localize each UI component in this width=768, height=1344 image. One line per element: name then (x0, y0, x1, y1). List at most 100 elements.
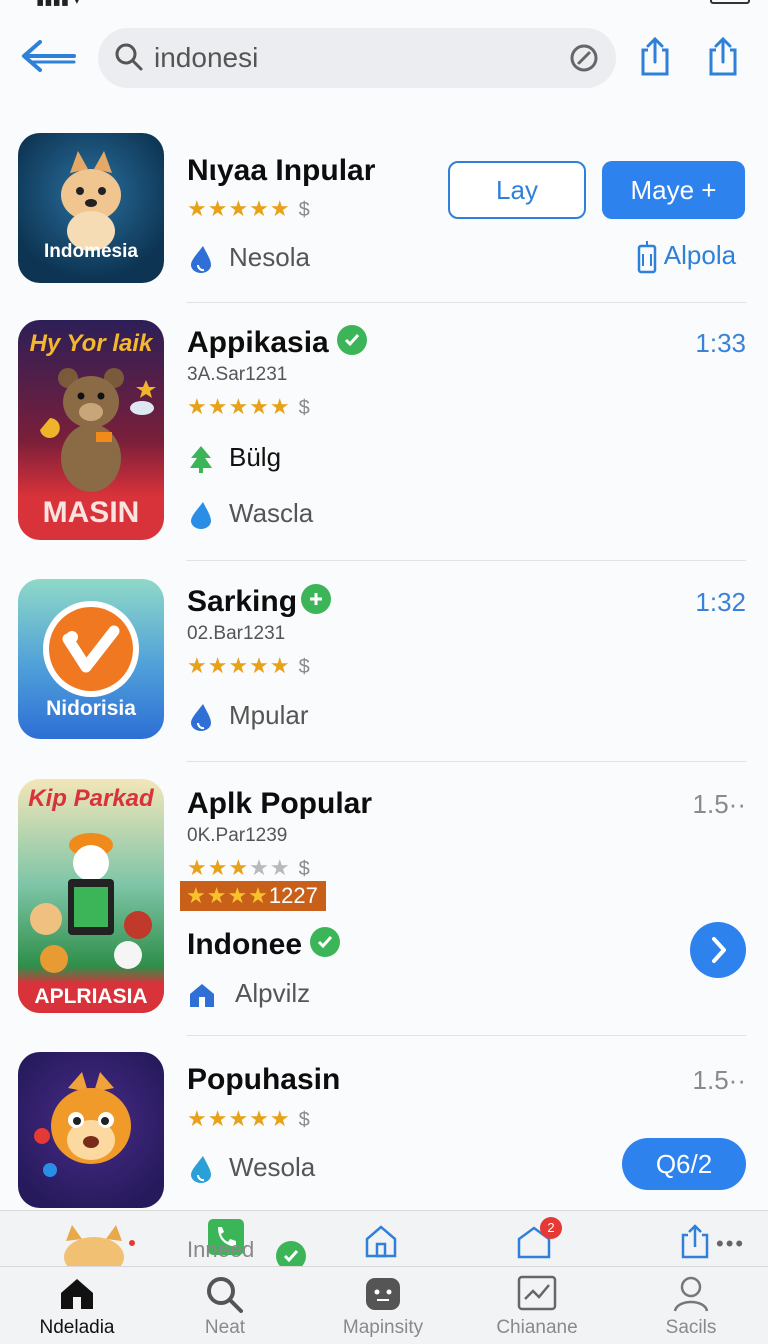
price-label: $ (298, 1109, 311, 1131)
app-meta: 02.Bar1231 (187, 623, 286, 644)
face-icon (366, 1278, 400, 1310)
tab-label: Mapinsity (342, 1317, 424, 1338)
rating-tag-stars: ★★★★ (186, 883, 269, 908)
category-name: Bülg (229, 442, 282, 472)
drop-icon (191, 1156, 211, 1183)
drop-icon (191, 704, 211, 731)
time-label: 1:33 (695, 328, 746, 358)
app-title[interactable]: Sarking (187, 584, 332, 619)
divider (186, 560, 746, 561)
shortcut-label: Inneed (187, 1237, 255, 1262)
search-input[interactable] (154, 38, 554, 78)
app-icon[interactable]: Indomesia (18, 133, 164, 283)
tab-label: Neat (204, 1317, 246, 1338)
notification-badge: 2 (540, 1217, 562, 1239)
divider (186, 302, 746, 303)
tab-label: Ndeladia (39, 1317, 115, 1338)
clear-search-icon[interactable] (568, 42, 600, 74)
house-icon (190, 984, 214, 1007)
app-title[interactable]: Popuhasin (187, 1063, 340, 1097)
tab-bar: Ndeladia Neat Mapinsity Chianane Sacils (0, 1266, 768, 1344)
tab-label: Chianane (496, 1317, 578, 1338)
top-bar (0, 28, 768, 90)
app-icon[interactable]: Nidorisia (18, 579, 164, 739)
app-icon[interactable]: Kip Parkad APLRIASIA (18, 779, 164, 1013)
developer-name: Alpvilz (235, 978, 311, 1008)
open-arrow-button[interactable] (690, 922, 746, 978)
chart-icon (517, 1275, 557, 1311)
app-icon[interactable] (18, 1052, 164, 1208)
developer-name: Wesola (229, 1152, 316, 1182)
person-icon (673, 1276, 709, 1312)
rating-stars: ★★★★★ $ (187, 394, 311, 420)
drop-icon (191, 502, 211, 529)
alpola-link[interactable]: Alpola (636, 240, 736, 274)
app-icon[interactable]: Hy Yor laik MASIN (18, 320, 164, 540)
tab-search[interactable]: Neat (148, 1267, 302, 1344)
verified-icon (310, 927, 341, 958)
rating-stars-empty: ★★ (249, 855, 291, 880)
lay-button[interactable]: Lay (448, 161, 586, 219)
tree-icon (190, 446, 212, 473)
drop-icon (191, 246, 211, 273)
tab-sacils[interactable]: Sacils (614, 1267, 768, 1344)
chevron-right-icon (712, 937, 726, 963)
search-icon (207, 1277, 243, 1313)
tab-home[interactable]: Ndeladia (0, 1267, 154, 1344)
alpola-label: Alpola (663, 240, 737, 270)
clock: · · · (360, 0, 383, 7)
rating-stars-value: ★★★★★ (187, 394, 291, 419)
fox-character-icon (34, 1072, 131, 1177)
divider (186, 1035, 746, 1036)
rating-stars-value: ★★★★★ (187, 1106, 291, 1131)
developer-name: Nesola (229, 242, 310, 272)
app-title-text: Sarking (187, 585, 298, 618)
app-meta: 3A.Sar1231 (187, 364, 288, 385)
app-title[interactable]: Appikasia (187, 325, 367, 360)
app-icon-caption: MASIN (42, 496, 140, 529)
home-outline-icon[interactable] (364, 1223, 398, 1259)
time-label: 1.5·· (692, 789, 746, 819)
rating-stars: ★★★★★ $ (187, 855, 311, 881)
search-bar[interactable] (98, 28, 616, 88)
developer-name: Wascla (229, 498, 314, 528)
verified-icon (276, 1241, 306, 1268)
share-icon[interactable] (680, 1223, 710, 1259)
share-icon (641, 36, 669, 76)
app-title[interactable]: Nιyaa Inpular (187, 154, 375, 188)
app-title-text: Appikasia (187, 326, 329, 359)
price-label: $ (298, 397, 311, 419)
developer-name: Mpular (229, 700, 309, 730)
tab-label: Sacils (665, 1317, 717, 1338)
q6-button[interactable]: Q6/2 (622, 1138, 746, 1190)
cat-avatar-icon[interactable] (56, 1221, 136, 1268)
rating-stars: ★★★★★ $ (187, 196, 311, 222)
maye-button[interactable]: Maye + (602, 161, 745, 219)
verified-icon (336, 325, 367, 356)
rating-tag-value: 1227 (268, 883, 318, 908)
app-subtitle[interactable]: Indonee (187, 927, 341, 962)
price-label: $ (298, 656, 311, 678)
rating-count-badge: ★★★★1227 (180, 881, 326, 911)
rating-stars: ★★★★★ $ (187, 1106, 311, 1132)
back-button[interactable] (18, 36, 78, 76)
app-subtitle-text: Indonee (187, 928, 303, 961)
rating-stars-value: ★★★★★ (187, 196, 291, 221)
tab-mapinsity[interactable]: Mapinsity (306, 1267, 460, 1344)
tag-icon (637, 241, 657, 274)
characters-illustration-icon (30, 833, 152, 973)
price-label: $ (298, 858, 311, 880)
home-icon (61, 1279, 93, 1309)
rating-stars-value: ★★★ (187, 855, 250, 880)
share-button[interactable] (640, 36, 670, 76)
tab-chianane[interactable]: Chianane (460, 1267, 614, 1344)
battery-icon (710, 0, 750, 4)
app-icon-caption: APLRIASIA (18, 981, 164, 1013)
app-title[interactable]: Aplk Popular (187, 787, 372, 821)
secondary-shortcut-bar: Inneed 2 ••• (0, 1210, 768, 1268)
search-icon (115, 43, 143, 71)
export-button[interactable] (708, 36, 738, 76)
more-icon[interactable]: ••• (716, 1231, 745, 1257)
app-icon-caption: Indomesia (44, 241, 138, 262)
back-arrow-icon (22, 40, 76, 72)
